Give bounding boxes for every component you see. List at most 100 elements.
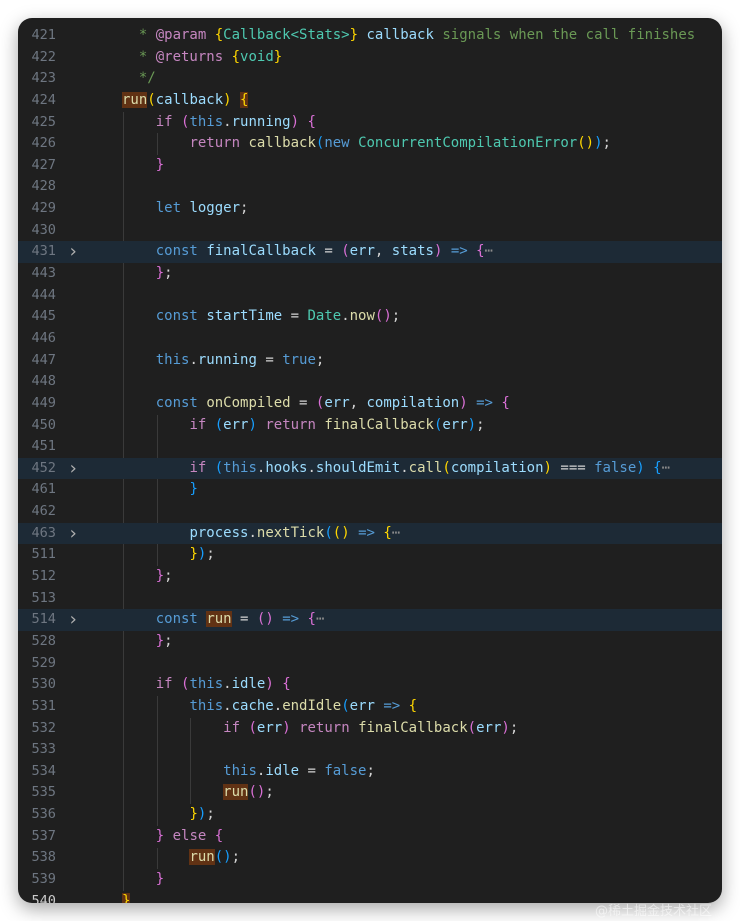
code-line[interactable]: 447 this.running = true; xyxy=(18,350,722,372)
code-text[interactable]: let logger; xyxy=(156,198,722,220)
code-line[interactable]: 431 › const finalCallback = (err, stats) =… xyxy=(18,241,722,264)
code-line[interactable]: 424 run(callback) { xyxy=(18,90,722,112)
chevron-right-icon[interactable]: › xyxy=(66,609,80,631)
code-line[interactable]: 445 const startTime = Date.now(); xyxy=(18,306,722,328)
line-number: 424 xyxy=(31,91,56,108)
code-token: true xyxy=(282,351,316,368)
code-lines[interactable]: 421 * @param {Callback<Stats>} callback … xyxy=(18,25,722,903)
code-text[interactable]: if (err) return finalCallback(err); xyxy=(223,718,722,740)
code-line[interactable]: 461} xyxy=(18,479,722,501)
code-text[interactable]: } xyxy=(156,155,722,177)
code-line[interactable]: 426 return callback(new ConcurrentCompila… xyxy=(18,133,722,155)
code-line[interactable]: 512}; xyxy=(18,566,722,588)
code-line[interactable]: 532 if (err) return finalCallback(err); xyxy=(18,718,722,740)
code-line[interactable]: 429 let logger; xyxy=(18,198,722,220)
code-text[interactable]: this.idle = false; xyxy=(223,761,722,783)
code-text[interactable]: } xyxy=(156,869,722,891)
code-text[interactable]: return callback(new ConcurrentCompilatio… xyxy=(189,133,722,155)
code-token: , xyxy=(349,394,367,411)
code-line[interactable]: 427} xyxy=(18,155,722,177)
code-token: === xyxy=(551,459,595,476)
code-token: ; xyxy=(206,806,215,823)
code-line[interactable]: 534 this.idle = false; xyxy=(18,761,722,783)
code-line[interactable]: 444 xyxy=(18,285,722,307)
code-token: const xyxy=(155,611,198,628)
code-text[interactable]: * @returns {void} xyxy=(122,47,722,69)
code-token: { xyxy=(307,113,316,130)
code-token: startTime xyxy=(206,308,283,325)
code-line[interactable]: 430 xyxy=(18,220,722,242)
code-token: = xyxy=(315,243,342,260)
code-text[interactable]: } xyxy=(189,479,722,501)
code-token: callback xyxy=(155,91,224,108)
code-line[interactable]: 449 const onCompiled = (err, compilation)… xyxy=(18,393,722,415)
code-text[interactable]: }; xyxy=(156,263,722,285)
code-token: ) xyxy=(467,416,477,433)
code-text[interactable]: process.nextTick(() => {⋯ xyxy=(189,523,722,545)
code-text[interactable]: const startTime = Date.now(); xyxy=(156,306,722,328)
code-text[interactable]: if (err) return finalCallback(err); xyxy=(189,415,722,437)
code-line[interactable]: 529 xyxy=(18,653,722,675)
code-line[interactable]: 448 xyxy=(18,371,722,393)
code-text[interactable]: */ xyxy=(122,68,722,90)
code-line[interactable]: 513 xyxy=(18,588,722,610)
code-line[interactable]: 422 * @returns {void} xyxy=(18,47,722,69)
code-token: run xyxy=(189,849,215,866)
code-text[interactable]: const onCompiled = (err, compilation) =>… xyxy=(156,393,722,415)
code-text[interactable]: }); xyxy=(189,804,722,826)
code-text[interactable]: }; xyxy=(156,566,722,588)
code-line[interactable]: 530 if (this.idle) { xyxy=(18,674,722,696)
code-line[interactable]: 539} xyxy=(18,869,722,891)
code-text[interactable]: if (this.hooks.shouldEmit.call(compilati… xyxy=(189,458,722,480)
code-token: } xyxy=(189,546,198,563)
code-line[interactable]: 428 xyxy=(18,176,722,198)
code-line[interactable]: 443}; xyxy=(18,263,722,285)
code-text[interactable]: const finalCallback = (err, stats) => {⋯ xyxy=(156,241,722,263)
code-text[interactable]: }); xyxy=(189,544,722,566)
code-token: ( xyxy=(341,243,350,260)
code-token: { xyxy=(307,611,316,628)
line-number: 423 xyxy=(31,70,56,87)
code-line[interactable]: 531 this.cache.endIdle(err => { xyxy=(18,696,722,718)
code-line[interactable]: 535 run(); xyxy=(18,782,722,804)
code-text[interactable]: if (this.idle) { xyxy=(156,674,722,696)
code-line[interactable]: 538 run(); xyxy=(18,847,722,869)
code-line[interactable]: 423 */ xyxy=(18,68,722,90)
code-line[interactable]: 446 xyxy=(18,328,722,350)
code-text[interactable]: } else { xyxy=(156,826,722,848)
chevron-right-icon[interactable]: › xyxy=(66,523,80,545)
code-line[interactable]: 514 › const run = () => {⋯ xyxy=(18,609,722,631)
code-token: { xyxy=(408,697,418,714)
code-text[interactable]: const run = () => {⋯ xyxy=(156,609,722,631)
code-line[interactable]: 463 › process.nextTick(() => {⋯ xyxy=(18,522,722,545)
code-editor[interactable]: 421 * @param {Callback<Stats>} callback … xyxy=(18,18,722,903)
code-token: { xyxy=(240,91,249,108)
code-token: false xyxy=(324,762,367,779)
code-line[interactable]: 537} else { xyxy=(18,826,722,848)
code-text[interactable]: if (this.running) { xyxy=(156,112,722,134)
code-text[interactable]: * @param {Callback<Stats>} callback sign… xyxy=(122,25,722,47)
code-line[interactable]: 533 xyxy=(18,739,722,761)
code-line[interactable]: 451 xyxy=(18,436,722,458)
code-line[interactable]: 528}; xyxy=(18,631,722,653)
chevron-right-icon[interactable]: › xyxy=(66,241,80,263)
code-text[interactable]: run(callback) { xyxy=(122,90,722,112)
line-number: 530 xyxy=(31,676,56,693)
code-text[interactable]: }; xyxy=(156,631,722,653)
code-text[interactable]: run(); xyxy=(223,782,722,804)
code-line[interactable]: 536}); xyxy=(18,804,722,826)
code-text[interactable]: run(); xyxy=(189,847,722,869)
code-line[interactable]: 425 if (this.running) { xyxy=(18,112,722,134)
code-line[interactable]: 421 * @param {Callback<Stats>} callback … xyxy=(18,25,722,47)
code-text[interactable]: this.cache.endIdle(err => { xyxy=(189,696,722,718)
code-line[interactable]: 450 if (err) return finalCallback(err); xyxy=(18,415,722,437)
code-line[interactable]: 462 xyxy=(18,501,722,523)
code-line[interactable]: 511}); xyxy=(18,544,722,566)
line-number: 528 xyxy=(31,632,56,649)
line-number: 422 xyxy=(31,48,56,65)
code-line[interactable]: 452 › if (this.hooks.shouldEmit.call(compi… xyxy=(18,457,722,480)
code-token: ( xyxy=(467,719,477,736)
chevron-right-icon[interactable]: › xyxy=(66,458,80,480)
code-text[interactable]: this.running = true; xyxy=(156,350,722,372)
